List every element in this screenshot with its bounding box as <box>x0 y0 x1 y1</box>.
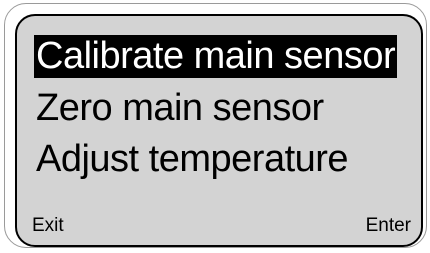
lcd-screen: Calibrate main sensor Zero main sensor A… <box>15 14 423 247</box>
device-frame: Calibrate main sensor Zero main sensor A… <box>4 3 427 248</box>
menu-item-calibrate-main-sensor[interactable]: Calibrate main sensor <box>34 35 398 78</box>
exit-softkey[interactable]: Exit <box>32 215 64 237</box>
menu-item-zero-main-sensor[interactable]: Zero main sensor <box>34 87 326 130</box>
enter-softkey[interactable]: Enter <box>366 215 411 237</box>
menu-item-adjust-temperature[interactable]: Adjust temperature <box>34 138 350 181</box>
